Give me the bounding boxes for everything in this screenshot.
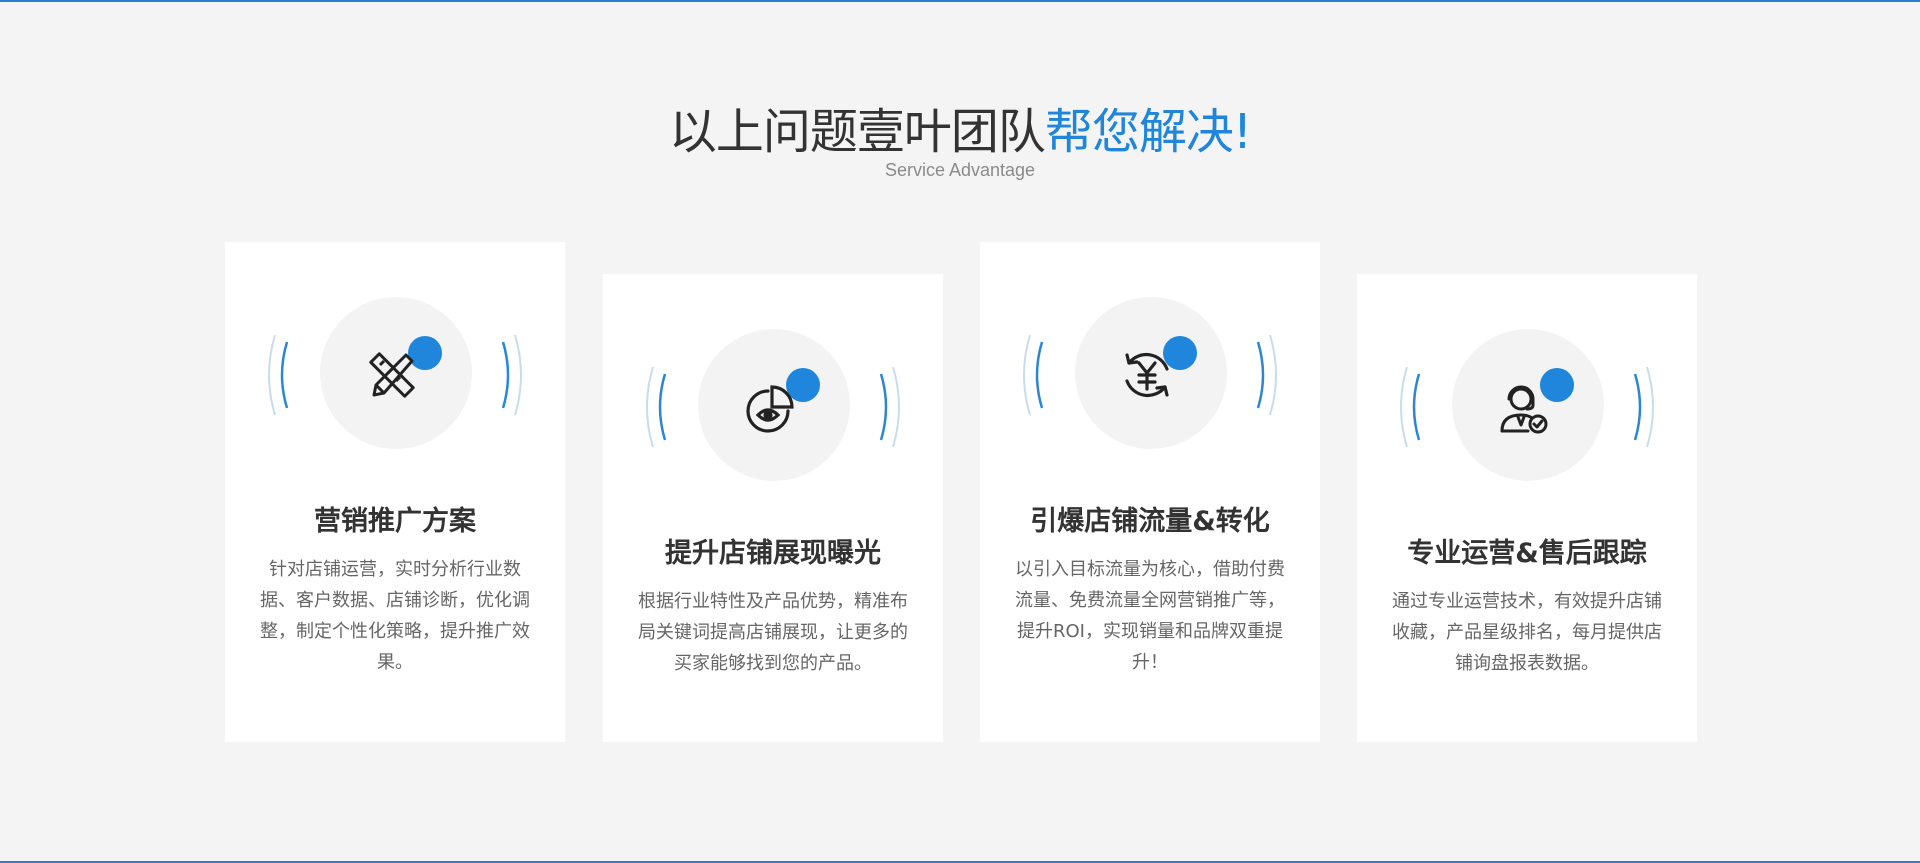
service-cards: 营销推广方案 针对店铺运营，实时分析行业数据、客户数据、店铺诊断，优化调整，制定… [225, 0, 1700, 863]
service-card-marketing-plan[interactable]: 营销推广方案 针对店铺运营，实时分析行业数据、客户数据、店铺诊断，优化调整，制定… [225, 242, 565, 742]
card-title: 提升店铺展现曝光 [665, 538, 881, 569]
card-description: 根据行业特性及产品优势，精准布局关键词提高店铺展现，让更多的买家能够找到您的产品… [638, 591, 908, 674]
yuan-cycle-icon [1125, 352, 1169, 398]
signal-arcs-left [268, 334, 289, 416]
signal-arcs-left [1400, 366, 1421, 448]
icon-circle [1075, 297, 1227, 449]
card-description: 以引入目标流量为核心，借助付费流量、免费流量全网营销推广等，提升ROI，实现销量… [1015, 559, 1285, 673]
card-icon-zone [1357, 274, 1697, 524]
card-icon-zone [980, 242, 1320, 492]
pie-chart-eye-icon [746, 385, 794, 433]
card-title: 营销推广方案 [314, 506, 476, 537]
ruler-pencil-icon [369, 352, 415, 398]
card-description: 通过专业运营技术，有效提升店铺收藏，产品星级排名，每月提供店铺询盘报表数据。 [1392, 591, 1662, 674]
card-description: 针对店铺运营，实时分析行业数据、客户数据、店铺诊断，优化调整，制定个性化策略，提… [260, 559, 530, 673]
service-card-exposure[interactable]: 提升店铺展现曝光 根据行业特性及产品优势，精准布局关键词提高店铺展现，让更多的买… [603, 274, 943, 742]
signal-arcs-left [1023, 334, 1044, 416]
card-title: 引爆店铺流量&转化 [1030, 506, 1270, 537]
customer-service-icon [1500, 385, 1548, 434]
card-title: 专业运营&售后跟踪 [1407, 538, 1647, 569]
signal-arcs-right [1256, 334, 1277, 416]
card-icon-zone [225, 242, 565, 492]
signal-arcs-right [501, 334, 522, 416]
icon-circle [320, 297, 472, 449]
icon-circle [698, 329, 850, 481]
signal-arcs-right [1633, 366, 1654, 448]
service-card-traffic-conversion[interactable]: 引爆店铺流量&转化 以引入目标流量为核心，借助付费流量、免费流量全网营销推广等，… [980, 242, 1320, 742]
icon-circle [1452, 329, 1604, 481]
service-card-operations-aftersales[interactable]: 专业运营&售后跟踪 通过专业运营技术，有效提升店铺收藏，产品星级排名，每月提供店… [1357, 274, 1697, 742]
signal-arcs-left [646, 366, 667, 448]
card-icon-zone [603, 274, 943, 524]
signal-arcs-right [879, 366, 900, 448]
